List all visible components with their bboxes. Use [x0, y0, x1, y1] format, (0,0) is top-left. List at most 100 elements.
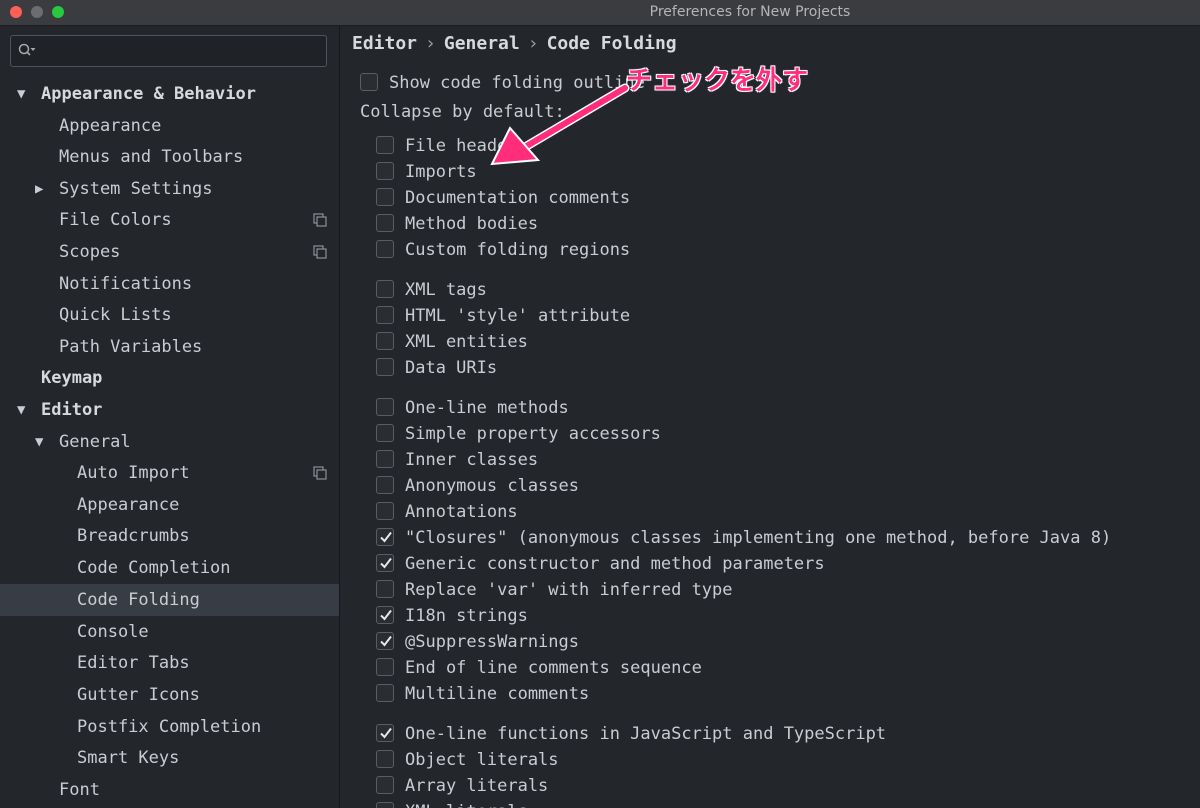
option-label: @SuppressWarnings [405, 632, 579, 652]
sidebar-item-general[interactable]: ▼ General [0, 426, 339, 458]
collapsed-arrow-icon[interactable]: ▶ [35, 173, 43, 205]
option-label: Documentation comments [405, 188, 631, 208]
checked-checkbox[interactable] [376, 606, 394, 624]
option-label: Simple property accessors [405, 424, 661, 444]
unchecked-checkbox[interactable] [376, 214, 394, 232]
unchecked-checkbox[interactable] [376, 162, 394, 180]
sidebar-item-auto-import[interactable]: Auto Import [0, 457, 339, 489]
sidebar-item-label: Auto Import [77, 463, 190, 483]
sidebar-item-label: Console [77, 622, 149, 642]
sidebar-item-code-completion[interactable]: Code Completion [0, 552, 339, 584]
option-label: XML tags [405, 280, 487, 300]
unchecked-checkbox[interactable] [360, 73, 378, 91]
title-bar: Preferences for New Projects [0, 0, 1200, 26]
option-label: Custom folding regions [405, 240, 631, 260]
breadcrumb-separator: › [527, 33, 539, 54]
sidebar-item-gutter-icons[interactable]: Gutter Icons [0, 679, 339, 711]
sidebar-item-label: Appearance & Behavior [41, 84, 256, 104]
option-label: Imports [405, 162, 477, 182]
sidebar-item-label: Editor [41, 400, 103, 420]
sidebar-item-menus-and-toolbars[interactable]: Menus and Toolbars [0, 141, 339, 173]
window-title: Preferences for New Projects [649, 4, 851, 20]
sidebar-item-label: Menus and Toolbars [59, 147, 244, 167]
sidebar-item-editor[interactable]: ▼ Editor [0, 394, 339, 426]
option-label: Inner classes [405, 450, 539, 470]
option-label: Data URIs [405, 358, 498, 378]
unchecked-checkbox[interactable] [376, 476, 394, 494]
unchecked-checkbox[interactable] [376, 306, 394, 324]
breadcrumb-separator: › [425, 33, 436, 54]
sidebar-item-label: Code Completion [77, 558, 231, 578]
sidebar-item-quick-lists[interactable]: Quick Lists [0, 299, 339, 331]
search-input[interactable] [10, 35, 327, 67]
option-label: One-line methods [405, 398, 569, 418]
unchecked-checkbox[interactable] [376, 658, 394, 676]
unchecked-checkbox[interactable] [376, 136, 394, 154]
sidebar-item-path-variables[interactable]: Path Variables [0, 331, 339, 363]
sidebar-item-file-colors[interactable]: File Colors [0, 204, 339, 236]
option-label: XML literals [405, 800, 528, 808]
sidebar-item-label: Editor Tabs [77, 653, 190, 673]
sidebar-item-appearance[interactable]: Appearance [0, 489, 339, 521]
sidebar-item-label: File Colors [59, 210, 172, 230]
sidebar-item-appearance[interactable]: Appearance [0, 110, 339, 142]
sidebar-item-console[interactable]: Console [0, 616, 339, 648]
expanded-arrow-icon[interactable]: ▼ [17, 78, 25, 110]
unchecked-checkbox[interactable] [376, 502, 394, 520]
unchecked-checkbox[interactable] [376, 188, 394, 206]
unchecked-checkbox[interactable] [376, 240, 394, 258]
sidebar-item-notifications[interactable]: Notifications [0, 268, 339, 300]
sidebar-item-label: Appearance [77, 495, 180, 515]
sidebar-item-label: Breadcrumbs [77, 526, 190, 546]
option-label: End of line comments sequence [405, 658, 702, 678]
checked-checkbox[interactable] [376, 724, 394, 742]
sidebar-item-postfix-completion[interactable]: Postfix Completion [0, 711, 339, 743]
option-label: Multiline comments [405, 684, 590, 704]
unchecked-checkbox[interactable] [376, 684, 394, 702]
checked-checkbox[interactable] [376, 632, 394, 650]
option-label: HTML 'style' attribute [405, 306, 631, 326]
expanded-arrow-icon[interactable]: ▼ [17, 394, 25, 426]
sidebar-item-editor-tabs[interactable]: Editor Tabs [0, 647, 339, 679]
annotation-arrow [490, 83, 630, 166]
expanded-arrow-icon[interactable]: ▼ [35, 426, 43, 458]
checkmark-icon [380, 531, 392, 543]
sidebar-item-label: Smart Keys [77, 748, 180, 768]
code-folding-panel: Editor › General › Code Folding Show code fo… [340, 26, 1200, 808]
unchecked-checkbox[interactable] [376, 450, 394, 468]
option-label: Anonymous classes [405, 476, 579, 496]
checked-checkbox[interactable] [376, 528, 394, 546]
option-label: Replace 'var' with inferred type [405, 580, 733, 600]
unchecked-checkbox[interactable] [376, 280, 394, 298]
sidebar-item-breadcrumbs[interactable]: Breadcrumbs [0, 520, 339, 552]
breadcrumb-general[interactable]: General [444, 33, 520, 54]
breadcrumb-editor[interactable]: Editor [352, 33, 417, 54]
sidebar-item-font[interactable]: Font [0, 774, 339, 806]
checked-checkbox[interactable] [376, 554, 394, 572]
option-label: "Closures" (anonymous classes implementi… [405, 528, 1112, 548]
checkmark-icon [380, 557, 392, 569]
copy-icon [313, 466, 327, 480]
sidebar-item-system-settings[interactable]: ▶ System Settings [0, 173, 339, 205]
sidebar-item-label: Postfix Completion [77, 717, 262, 737]
unchecked-checkbox[interactable] [376, 398, 394, 416]
sidebar-item-code-folding[interactable]: Code Folding [0, 584, 339, 616]
unchecked-checkbox[interactable] [376, 776, 394, 794]
unchecked-checkbox[interactable] [376, 580, 394, 598]
unchecked-checkbox[interactable] [376, 358, 394, 376]
sidebar-item-scopes[interactable]: Scopes [0, 236, 339, 268]
settings-sidebar: ▼ Appearance & Behavior Appearance Menus an… [0, 26, 340, 808]
checkmark-icon [380, 635, 392, 647]
unchecked-checkbox[interactable] [376, 424, 394, 442]
unchecked-checkbox[interactable] [376, 332, 394, 350]
sidebar-item-appearance-behavior[interactable]: ▼ Appearance & Behavior [0, 78, 339, 110]
search-icon [18, 43, 36, 56]
option-label: One-line functions in JavaScript and Typ… [405, 724, 887, 744]
unchecked-checkbox[interactable] [376, 750, 394, 768]
sidebar-item-label: Path Variables [59, 337, 203, 357]
sidebar-item-keymap[interactable]: Keymap [0, 362, 339, 394]
unchecked-checkbox[interactable] [376, 802, 394, 808]
option-label: XML entities [405, 332, 528, 352]
option-label: I18n strings [405, 606, 528, 626]
sidebar-item-smart-keys[interactable]: Smart Keys [0, 742, 339, 774]
